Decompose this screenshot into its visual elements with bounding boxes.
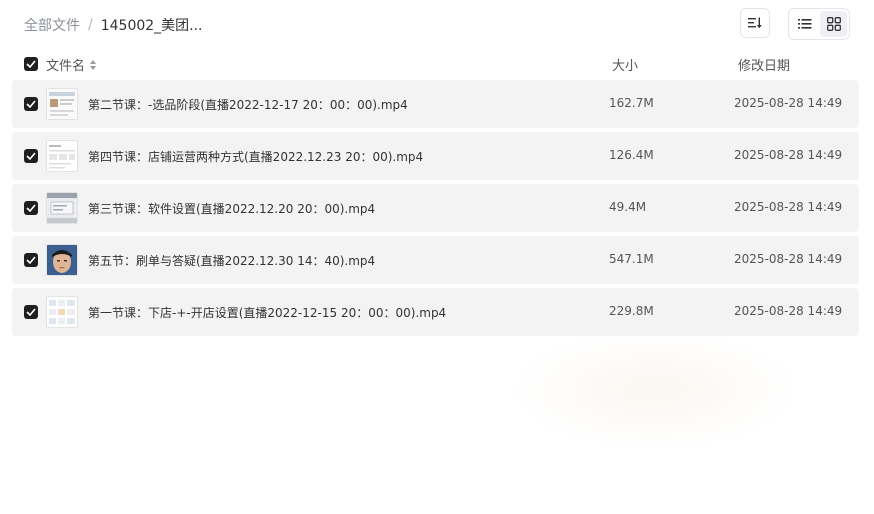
row-checkbox[interactable] bbox=[24, 253, 38, 267]
file-size: 162.7M bbox=[609, 96, 654, 110]
column-header-name[interactable]: 文件名 bbox=[46, 55, 97, 74]
file-row[interactable]: 第二节课：-选品阶段(直播2022-12-17 20：00：00).mp4 16… bbox=[12, 80, 859, 128]
file-size: 49.4M bbox=[609, 200, 647, 214]
column-header-size[interactable]: 大小 bbox=[612, 55, 638, 74]
check-icon bbox=[26, 100, 36, 108]
video-thumbnail bbox=[46, 140, 78, 172]
video-thumbnail bbox=[46, 296, 78, 328]
check-icon bbox=[26, 152, 36, 160]
check-icon bbox=[26, 256, 36, 264]
table-header: 文件名 大小 修改日期 bbox=[24, 52, 850, 76]
check-icon bbox=[26, 308, 36, 316]
breadcrumb-root-link[interactable]: 全部文件 bbox=[24, 15, 80, 35]
grid-view-button[interactable] bbox=[820, 11, 847, 37]
row-checkbox[interactable] bbox=[24, 201, 38, 215]
file-name[interactable]: 第三节课：软件设置(直播2022.12.20 20：00).mp4 bbox=[88, 200, 375, 217]
file-size: 229.8M bbox=[609, 304, 654, 318]
row-checkbox[interactable] bbox=[24, 97, 38, 111]
file-size: 126.4M bbox=[609, 148, 654, 162]
breadcrumb: 全部文件 / 145002_美团... bbox=[24, 15, 203, 35]
breadcrumb-separator: / bbox=[88, 17, 93, 33]
column-header-name-label: 文件名 bbox=[46, 59, 86, 74]
row-checkbox[interactable] bbox=[24, 149, 38, 163]
file-row[interactable]: 第一节课：下店-+-开店设置(直播2022-12-15 20：00：00).mp… bbox=[12, 288, 859, 336]
check-icon bbox=[26, 204, 36, 212]
file-row[interactable]: 第五节：刷单与答疑(直播2022.12.30 14：40).mp4 547.1M… bbox=[12, 236, 859, 284]
column-header-modified[interactable]: 修改日期 bbox=[738, 55, 790, 74]
video-thumbnail bbox=[46, 244, 78, 276]
video-thumbnail bbox=[46, 192, 78, 224]
file-row[interactable]: 第三节课：软件设置(直播2022.12.20 20：00).mp4 49.4M … bbox=[12, 184, 859, 232]
view-toggle bbox=[788, 8, 850, 40]
file-modified-date: 2025-08-28 14:49 bbox=[734, 148, 843, 162]
file-name[interactable]: 第四节课：店铺运营两种方式(直播2022.12.23 20：00).mp4 bbox=[88, 148, 423, 165]
file-list: 第二节课：-选品阶段(直播2022-12-17 20：00：00).mp4 16… bbox=[12, 80, 859, 340]
grid-view-icon bbox=[826, 17, 841, 31]
file-name[interactable]: 第五节：刷单与答疑(直播2022.12.30 14：40).mp4 bbox=[88, 252, 375, 269]
list-view-icon bbox=[797, 19, 811, 29]
list-view-button[interactable] bbox=[791, 11, 818, 37]
file-modified-date: 2025-08-28 14:49 bbox=[734, 252, 843, 266]
sort-caret-icon bbox=[90, 59, 97, 70]
file-modified-date: 2025-08-28 14:49 bbox=[734, 96, 843, 110]
sort-button[interactable] bbox=[740, 8, 770, 38]
check-icon bbox=[26, 60, 36, 68]
file-size: 547.1M bbox=[609, 252, 654, 266]
file-row[interactable]: 第四节课：店铺运营两种方式(直播2022.12.23 20：00).mp4 12… bbox=[12, 132, 859, 180]
file-name[interactable]: 第二节课：-选品阶段(直播2022-12-17 20：00：00).mp4 bbox=[88, 96, 408, 113]
background-glow bbox=[510, 330, 800, 450]
row-checkbox[interactable] bbox=[24, 305, 38, 319]
select-all-checkbox[interactable] bbox=[24, 57, 38, 71]
video-thumbnail bbox=[46, 88, 78, 120]
file-modified-date: 2025-08-28 14:49 bbox=[734, 304, 843, 318]
file-name[interactable]: 第一节课：下店-+-开店设置(直播2022-12-15 20：00：00).mp… bbox=[88, 304, 446, 321]
breadcrumb-current-folder: 145002_美团... bbox=[100, 18, 203, 34]
file-modified-date: 2025-08-28 14:49 bbox=[734, 200, 843, 214]
sort-icon bbox=[748, 17, 762, 29]
